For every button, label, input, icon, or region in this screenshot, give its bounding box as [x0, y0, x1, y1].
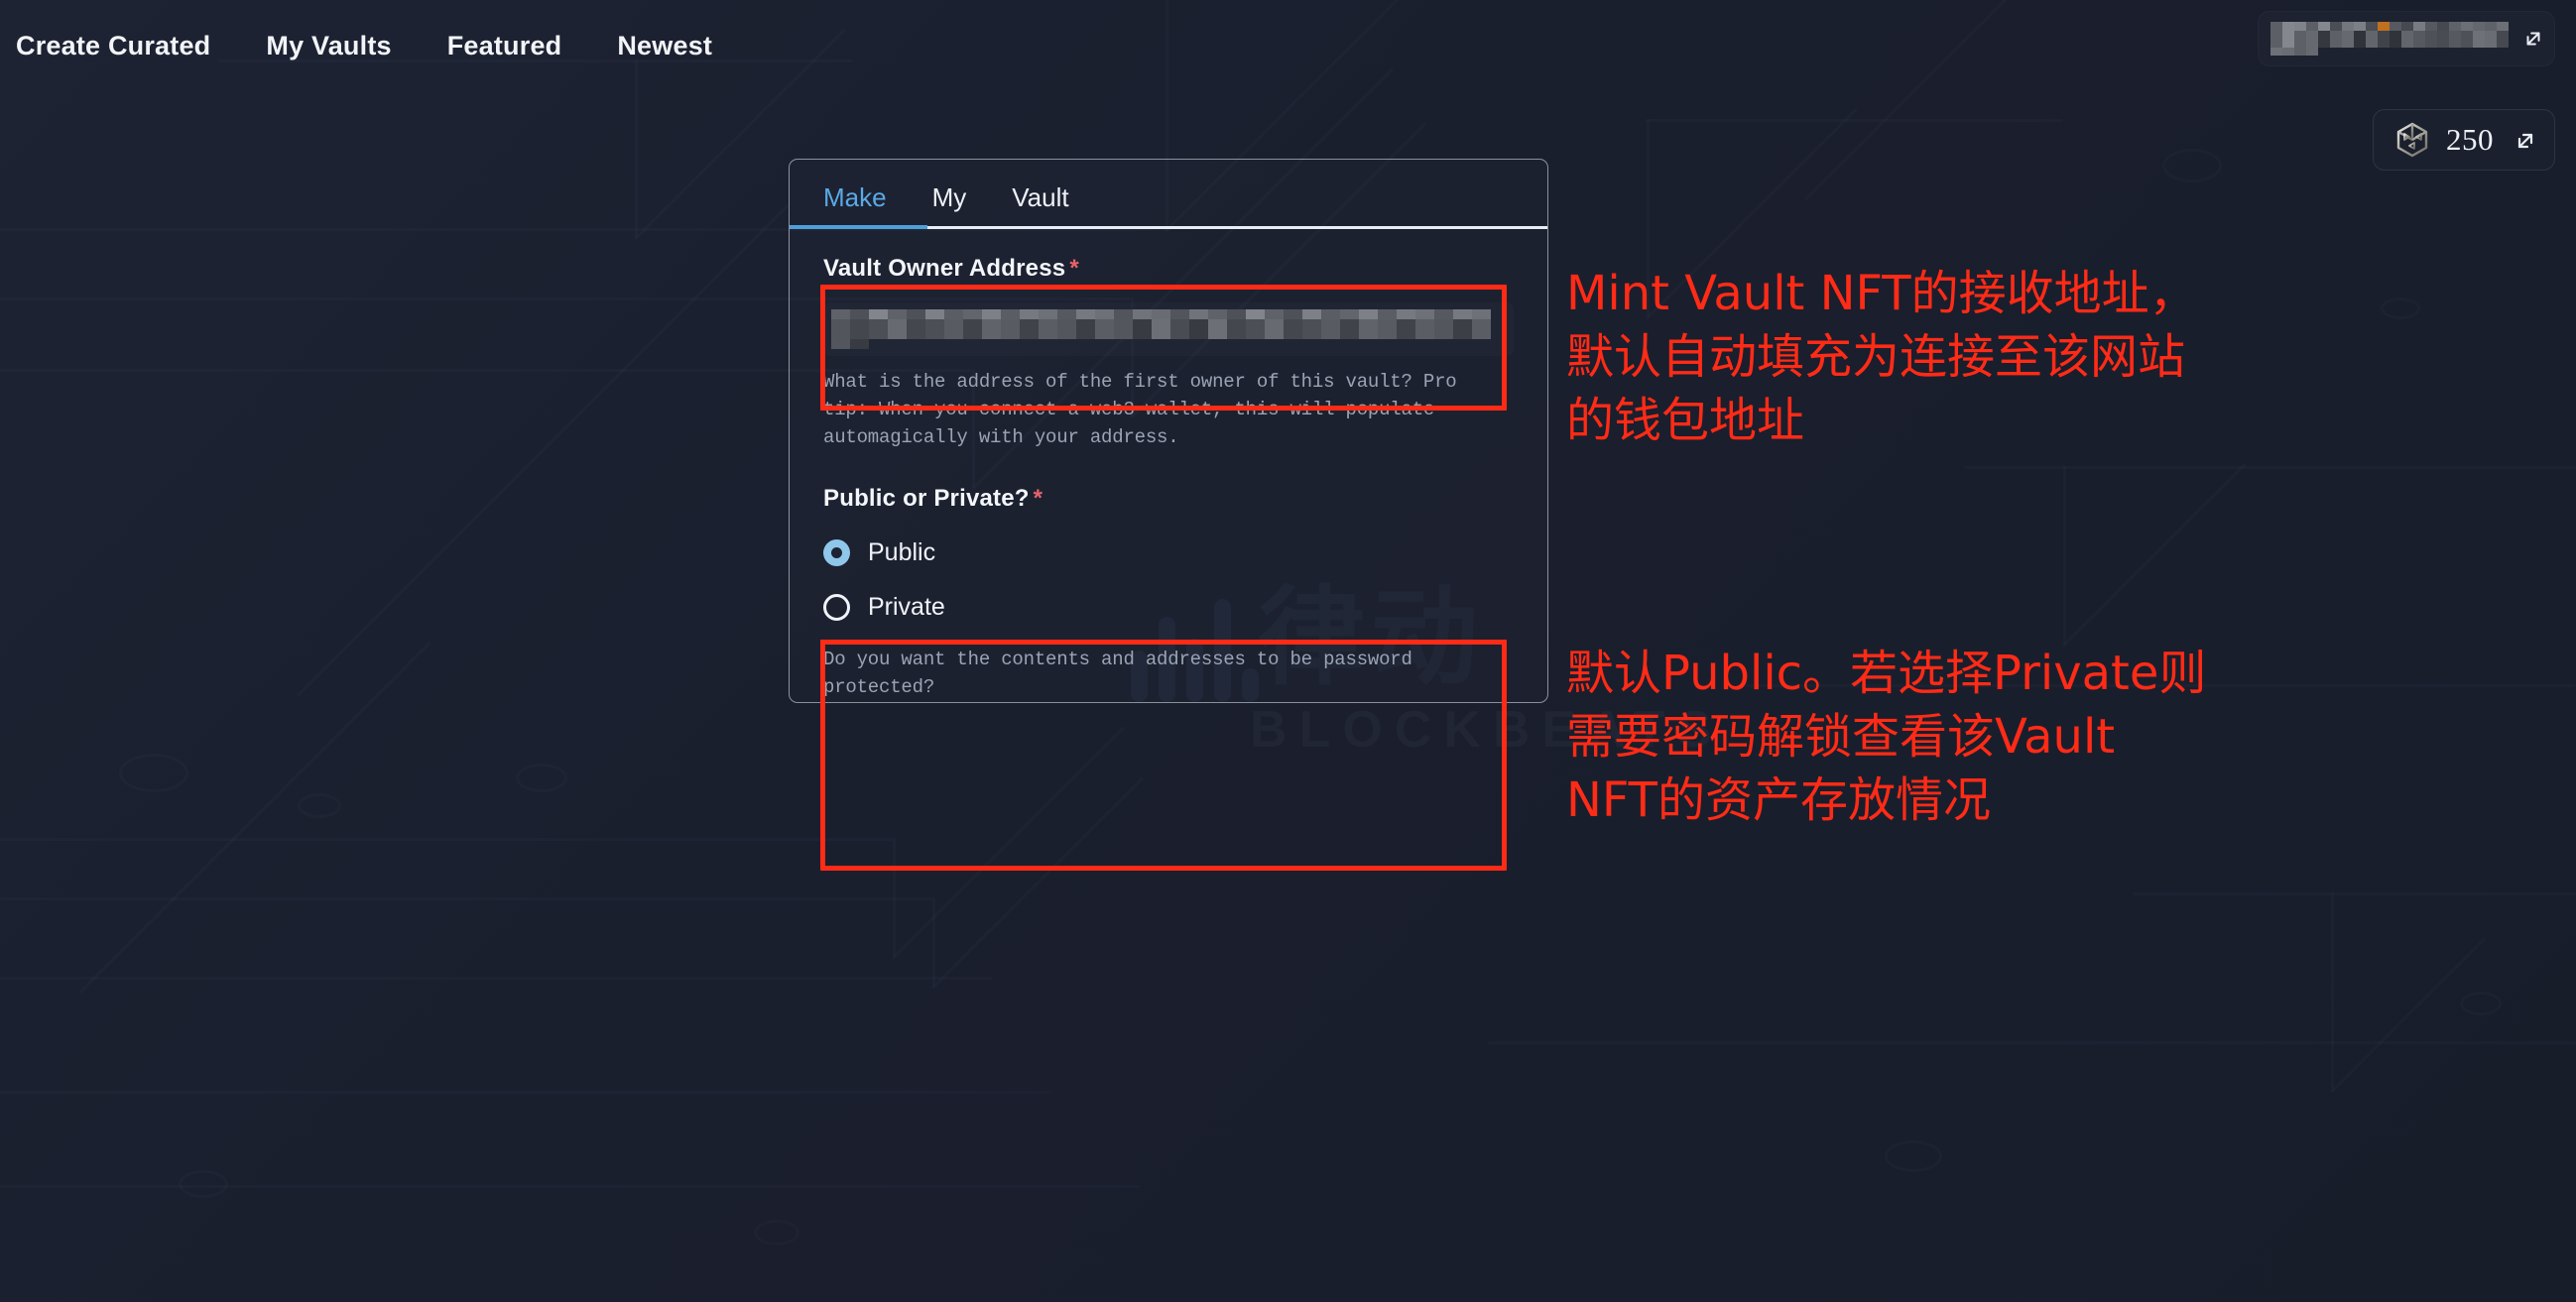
tab-active-indicator [790, 225, 927, 229]
cube-icon [2392, 120, 2432, 160]
tab-make[interactable]: Make [823, 182, 887, 229]
card-tabs: Make My Vault [790, 160, 1547, 229]
tab-vault[interactable]: Vault [1012, 182, 1068, 229]
annotation-owner-address: Mint Vault NFT的接收地址， 默认自动填充为连接至该网站 的钱包地址 [1566, 266, 2197, 448]
vault-owner-address-group: Vault Owner Address * What is the address… [823, 255, 1514, 451]
required-asterisk: * [1033, 485, 1043, 513]
required-asterisk: * [1069, 255, 1079, 282]
token-count-label: 250 [2446, 122, 2494, 157]
nav-item-create-curated[interactable]: Create Curated [16, 21, 238, 71]
radio-option-public[interactable]: Public [823, 538, 1514, 567]
nav-item-featured[interactable]: Featured [420, 21, 590, 71]
nav-item-my-vaults[interactable]: My Vaults [238, 21, 419, 71]
visibility-group: Public or Private? * Public Private Do yo… [823, 485, 1514, 701]
radio-private-indicator[interactable] [823, 594, 850, 622]
tab-my[interactable]: My [932, 182, 967, 229]
radio-public-indicator[interactable] [823, 539, 850, 567]
vault-owner-address-label-text: Vault Owner Address [823, 255, 1066, 282]
annotation-visibility: 默认Public。若选择Private则 需要密码解锁查看该Vault NFT的… [1566, 646, 2207, 828]
radio-private-label: Private [868, 593, 945, 622]
nav-item-newest[interactable]: Newest [589, 21, 740, 71]
redacted-address-value [831, 309, 1506, 349]
card-body: Vault Owner Address * What is the address… [790, 229, 1547, 702]
external-link-icon[interactable] [2514, 129, 2535, 151]
radio-option-private[interactable]: Private [823, 593, 1514, 622]
vault-owner-address-label: Vault Owner Address * [823, 255, 1514, 283]
external-link-icon[interactable] [2522, 28, 2544, 50]
token-balance-badge[interactable]: 250 [2373, 109, 2555, 171]
vault-owner-address-input[interactable] [823, 302, 1514, 356]
wallet-address-chip[interactable] [2258, 11, 2555, 66]
redacted-wallet-address [2270, 22, 2516, 56]
visibility-label-text: Public or Private? [823, 485, 1030, 513]
visibility-label: Public or Private? * [823, 485, 1514, 513]
top-navigation: Create Curated My Vaults Featured Newest [0, 0, 740, 91]
create-vault-card: Make My Vault Vault Owner Address * What … [789, 159, 1548, 703]
vault-owner-address-helper: What is the address of the first owner o… [823, 371, 1457, 449]
visibility-helper: Do you want the contents and addresses t… [823, 649, 1412, 699]
radio-public-label: Public [868, 538, 936, 567]
